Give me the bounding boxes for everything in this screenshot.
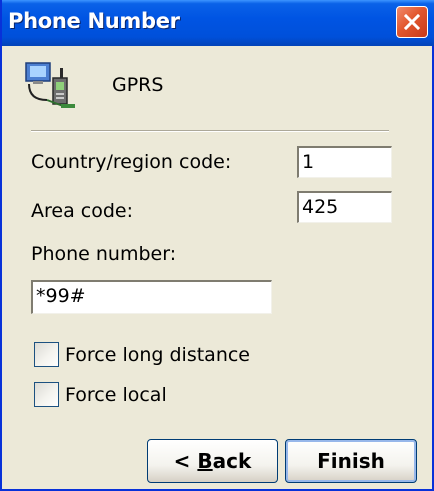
area-code-label: Area code: <box>31 200 133 222</box>
back-button[interactable]: < Back <box>147 439 278 483</box>
close-button[interactable] <box>396 6 428 38</box>
force-local-checkbox[interactable] <box>34 382 59 407</box>
force-long-distance-label[interactable]: Force long distance <box>65 344 250 366</box>
divider <box>31 130 389 132</box>
back-button-prefix: < <box>173 449 198 473</box>
country-region-code-label: Country/region code: <box>31 151 232 173</box>
phone-number-label: Phone number: <box>31 243 177 265</box>
finish-button[interactable]: Finish <box>285 439 417 483</box>
window-title: Phone Number <box>8 9 180 33</box>
network-computers-icon <box>25 62 75 108</box>
force-long-distance-checkbox[interactable] <box>34 342 59 367</box>
phone-number-input[interactable]: *99# <box>31 280 272 314</box>
dialog-body: GPRS Country/region code: 1 Area code: 4… <box>2 46 432 489</box>
back-button-mnemonic: B <box>197 449 213 473</box>
country-region-code-input[interactable]: 1 <box>297 146 392 178</box>
phone-number-dialog: Phone Number GPRS Country/region code: 1… <box>0 0 434 491</box>
close-icon <box>404 14 420 30</box>
title-bar[interactable]: Phone Number <box>2 0 434 46</box>
back-button-suffix: ack <box>212 449 252 473</box>
connection-name: GPRS <box>112 74 164 96</box>
force-local-label[interactable]: Force local <box>65 384 167 406</box>
area-code-input[interactable]: 425 <box>297 191 392 223</box>
